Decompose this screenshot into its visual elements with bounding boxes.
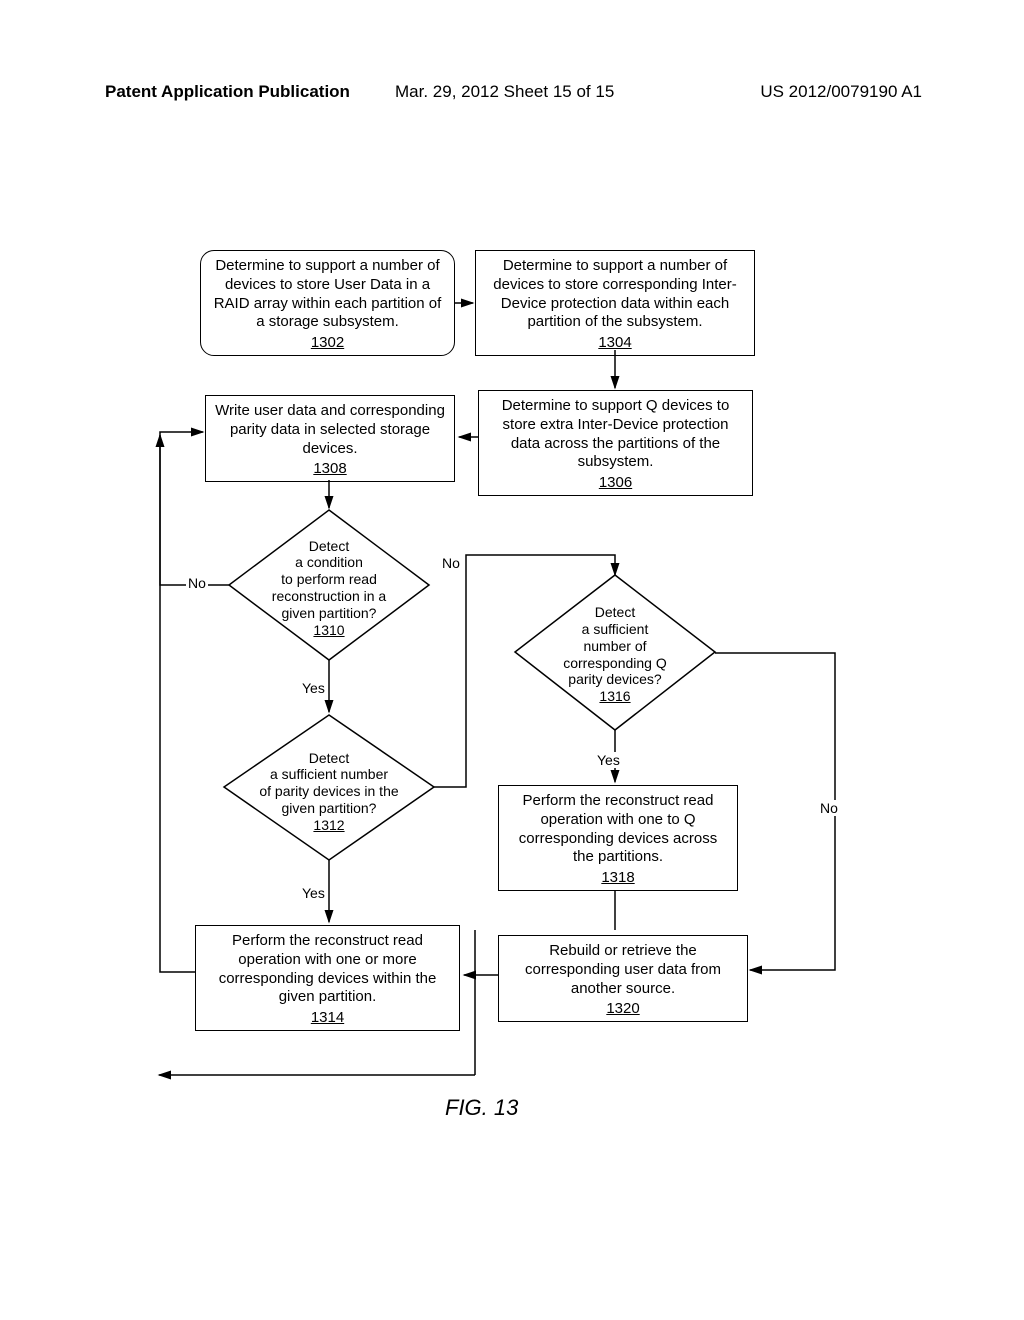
arrow-1320-to-1314 xyxy=(460,970,505,980)
box-1314: Perform the reconstruct read operation w… xyxy=(195,925,460,1031)
box-1304: Determine to support a number of devices… xyxy=(475,250,755,356)
patent-header-mid: Mar. 29, 2012 Sheet 15 of 15 xyxy=(395,82,614,102)
box-1318-num: 1318 xyxy=(507,869,729,888)
box-1318: Perform the reconstruct read operation w… xyxy=(498,785,738,891)
d1312-l1: a sufficient number xyxy=(270,766,388,783)
label-1316-yes: Yes xyxy=(595,752,622,768)
patent-header-right: US 2012/0079190 A1 xyxy=(760,82,922,102)
label-1316-no: No xyxy=(818,800,840,816)
box-1308-text: Write user data and corresponding parity… xyxy=(215,402,445,457)
diamond-1312: Detect a sufficient number of parity dev… xyxy=(224,715,434,860)
box-1304-text: Determine to support a number of devices… xyxy=(493,257,736,330)
box-1306-text: Determine to support Q devices to store … xyxy=(502,397,730,470)
label-1312-no: No xyxy=(440,555,462,571)
box-1302: Determine to support a number of devices… xyxy=(200,250,455,356)
arrow-1306-to-1308 xyxy=(455,432,483,442)
box-1302-text: Determine to support a number of devices… xyxy=(214,257,442,330)
d1312-l0: Detect xyxy=(309,750,349,767)
patent-header-left: Patent Application Publication xyxy=(105,82,350,102)
box-1318-text: Perform the reconstruct read operation w… xyxy=(519,792,717,865)
d1310-l2: to perform read xyxy=(281,571,377,588)
box-1314-text: Perform the reconstruct read operation w… xyxy=(219,932,437,1005)
box-1308-num: 1308 xyxy=(214,460,446,479)
arrow-1304-to-1306 xyxy=(610,350,620,395)
d1310-num: 1310 xyxy=(313,622,344,639)
d1310-l4: given partition? xyxy=(282,605,377,622)
label-1312-yes: Yes xyxy=(300,885,327,901)
drop-1320-to-bus xyxy=(470,930,480,1080)
box-1308: Write user data and corresponding parity… xyxy=(205,395,455,482)
d1310-l3: reconstruction in a xyxy=(272,588,386,605)
figure-caption: FIG. 13 xyxy=(445,1095,518,1121)
box-1314-num: 1314 xyxy=(204,1009,451,1028)
arrow-1314-loop-back xyxy=(155,432,205,1077)
arrow-1302-to-1304 xyxy=(455,298,480,308)
d1310-l1: a condition xyxy=(295,554,363,571)
d1310-l0: Detect xyxy=(309,538,349,555)
box-1306: Determine to support Q devices to store … xyxy=(478,390,753,496)
d1312-l3: given partition? xyxy=(282,800,377,817)
arrow-1318-down-bus xyxy=(460,890,630,1090)
d1312-num: 1312 xyxy=(313,817,344,834)
arrow-1308-to-1310 xyxy=(324,480,334,515)
box-1306-num: 1306 xyxy=(487,474,744,493)
bottom-bus xyxy=(155,1070,485,1080)
d1312-l2: of parity devices in the xyxy=(259,783,398,800)
box-1302-num: 1302 xyxy=(209,334,446,353)
label-1310-yes: Yes xyxy=(300,680,327,696)
diamond-1310: Detect a condition to perform read recon… xyxy=(229,510,429,660)
